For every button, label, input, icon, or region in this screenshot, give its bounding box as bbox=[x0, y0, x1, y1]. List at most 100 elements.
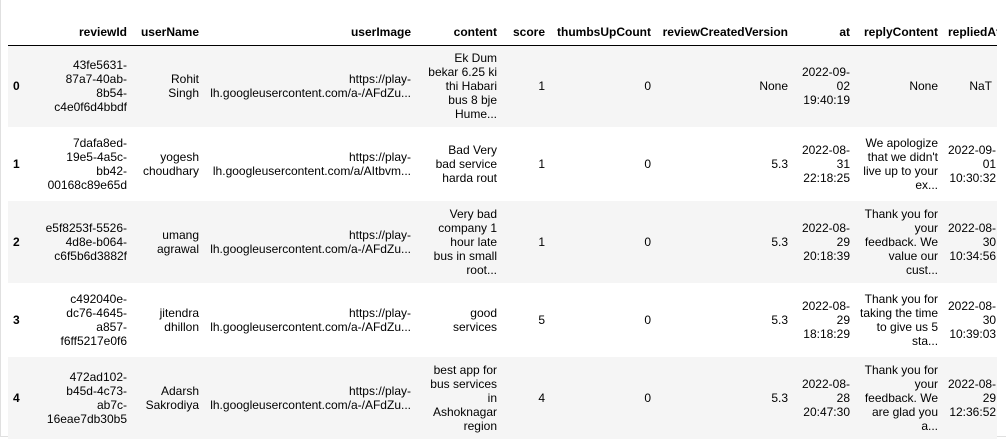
cell-line: that we didn't bbox=[867, 150, 938, 164]
thumbs-up-count-cell: 0 bbox=[644, 391, 651, 405]
user-image-cell: https://play-lh.googleusercontent.com/a-… bbox=[204, 201, 416, 283]
cell-line: 00168c89e65d bbox=[47, 178, 127, 192]
cell-line: 19e5-4a5c- bbox=[66, 150, 127, 164]
at-cell: 2022-09- 02 19:40:19 bbox=[793, 45, 855, 127]
header-userimage: userImage bbox=[204, 20, 416, 46]
table-row: 4 472ad102- b45d-4c73- ab7c- 16eae7db30b5 Ada… bbox=[8, 357, 997, 439]
cell-lines: Thank you for your feedback. We value our cu… bbox=[865, 207, 938, 277]
row-index: 4 bbox=[13, 391, 20, 405]
at-cell: 2022-08- 31 22:18:25 bbox=[793, 127, 855, 201]
replied-at-cell: NaT bbox=[943, 45, 997, 127]
review-id-cell: 7dafa8ed- 19e5-4a5c-bb42- 00168c89e65d bbox=[36, 127, 132, 201]
cell-line: live up to your bbox=[863, 164, 938, 178]
cell-line: 2022-08- bbox=[801, 143, 850, 157]
cell-line: lh.googleusercontent.com/a-/AFdZu... bbox=[210, 320, 411, 334]
cell-line: 30 bbox=[982, 235, 997, 249]
cell-line: in bbox=[487, 391, 497, 405]
cell-line: company 1 bbox=[438, 221, 497, 235]
cell-line: choudhary bbox=[142, 164, 199, 178]
cell-line: region bbox=[463, 419, 497, 433]
cell-line: Singh bbox=[168, 86, 199, 101]
cell-line: Thank you for bbox=[864, 363, 938, 377]
cell-line: 8b54- bbox=[96, 86, 127, 101]
cell-line: 2022-09- bbox=[801, 65, 850, 80]
cell-line: feedback. We bbox=[864, 391, 938, 405]
cell-line: are glad you bbox=[871, 405, 938, 419]
cell-lines: We apologize that we didn't live up to you… bbox=[863, 136, 938, 192]
table-body: 0 43fe5631- 87a7-40ab- 8b54- c4e0f6d4bbdf Roh… bbox=[8, 45, 997, 439]
cell-line: 87a7-40ab- bbox=[65, 72, 127, 87]
cell-lines: yogesh choudhary bbox=[143, 150, 199, 178]
cell-line: Sakrodiya bbox=[145, 398, 199, 412]
cell-lines: 2022-08- 28 20:47:30 bbox=[802, 377, 850, 419]
cell-lines: https://play-lh.googleusercontent.com/a-… bbox=[210, 72, 411, 100]
cell-lines: best app for bus services in Ashoknagar regi… bbox=[430, 363, 497, 433]
user-name-cell: Rohit Singh bbox=[132, 45, 204, 127]
review-created-version-cell: 5.3 bbox=[771, 235, 788, 249]
cell-line: good bbox=[470, 306, 497, 320]
cell-line: 4d8e-b064- bbox=[65, 235, 127, 249]
cell-line: 2022-08- bbox=[801, 221, 850, 235]
cell-line: 2022-08- bbox=[948, 299, 997, 313]
cell-line: e5f8253f-5526- bbox=[45, 221, 127, 235]
content-cell: Ek Dum bekar 6.25 ki thi Habari bus 8 bje Hu… bbox=[416, 45, 502, 127]
cell-line: Hume... bbox=[454, 107, 497, 122]
review-created-version-cell: None bbox=[759, 79, 788, 94]
cell-line: 31 bbox=[836, 157, 850, 171]
cell-line: 2022-08- bbox=[948, 221, 997, 235]
user-image-cell: https://play-lh.googleusercontent.com/a-… bbox=[204, 283, 416, 357]
cell-lines: Very bad company 1 hour late bus in small ro… bbox=[434, 207, 497, 277]
cell-line: 28 bbox=[836, 391, 850, 405]
cell-line: 18:18:29 bbox=[803, 327, 850, 341]
cell-line: dc76-4645- bbox=[66, 306, 127, 320]
table-row: 2 e5f8253f-5526- 4d8e-b064- c6f5b6d3882f uma… bbox=[8, 201, 997, 283]
cell-line: Thank you for bbox=[864, 207, 938, 221]
reply-content-cell: Thank you for your feedback. We value our cu… bbox=[855, 201, 943, 283]
cell-line: 20:18:39 bbox=[803, 249, 850, 263]
cell-line: harda rout bbox=[442, 171, 497, 185]
header-replycontent: replyContent bbox=[855, 20, 943, 46]
cell-line: lh.googleusercontent.com/a-/AFdZu... bbox=[210, 242, 411, 256]
cell-line: 02 bbox=[836, 79, 850, 94]
cell-line: your bbox=[914, 221, 938, 235]
row-index: 3 bbox=[13, 313, 20, 327]
header-username: userName bbox=[132, 20, 204, 46]
user-name-cell: umang agrawal bbox=[132, 201, 204, 283]
cell-line: 10:39:03 bbox=[949, 327, 997, 341]
cell-line: best app for bbox=[433, 363, 497, 377]
cell-line: agrawal bbox=[156, 242, 199, 256]
cell-line: Bad Very bbox=[448, 143, 497, 157]
cell-line: 01 bbox=[982, 157, 997, 171]
cell-line: bus services bbox=[430, 377, 497, 391]
row-index: 0 bbox=[13, 79, 20, 94]
content-cell: Bad Very bad service harda rout bbox=[416, 127, 502, 201]
replied-at-cell: 2022-08- 30 10:39:03 bbox=[943, 283, 997, 357]
cell-line: c6f5b6d3882f bbox=[54, 249, 127, 263]
cell-line: bekar 6.25 ki bbox=[428, 65, 497, 80]
cell-line: services bbox=[452, 320, 497, 334]
cell-lines: 2022-08- 30 10:34:56 bbox=[948, 221, 996, 263]
at-cell: 2022-08- 29 18:18:29 bbox=[793, 283, 855, 357]
user-image-cell: https://play-lh.googleusercontent.com/a-… bbox=[204, 45, 416, 127]
at-cell: 2022-08- 29 20:18:39 bbox=[793, 201, 855, 283]
header-reviewid: reviewId bbox=[36, 20, 132, 46]
table-row: 3 c492040e-dc76-4645- a857- f6ff5217e0f6 jit… bbox=[8, 283, 997, 357]
table-row: 0 43fe5631- 87a7-40ab- 8b54- c4e0f6d4bbdf Roh… bbox=[8, 45, 997, 127]
cell-line: None bbox=[909, 79, 938, 94]
content-cell: good services bbox=[416, 283, 502, 357]
cell-line: taking the time bbox=[860, 306, 939, 320]
cell-line: Ek Dum bbox=[454, 51, 497, 66]
cell-line: a... bbox=[921, 419, 938, 433]
review-created-version-cell: 5.3 bbox=[771, 157, 788, 171]
score-cell: 1 bbox=[538, 79, 545, 94]
header-index bbox=[8, 20, 36, 46]
cell-lines: Adarsh Sakrodiya bbox=[146, 384, 199, 412]
cell-line: 10:30:32 bbox=[949, 171, 997, 185]
thumbs-up-count-cell: 0 bbox=[644, 79, 651, 94]
cell-line: ex... bbox=[915, 178, 938, 192]
cell-line: 2022-08- bbox=[801, 299, 850, 313]
cell-lines: Ek Dum bekar 6.25 ki thi Habari bus 8 bje Hu… bbox=[428, 51, 497, 121]
cell-line: root... bbox=[466, 263, 497, 277]
cell-lines: 2022-08- 31 22:18:25 bbox=[802, 143, 850, 185]
header-reviewcreatedversion: reviewCreatedVersion bbox=[656, 20, 793, 46]
